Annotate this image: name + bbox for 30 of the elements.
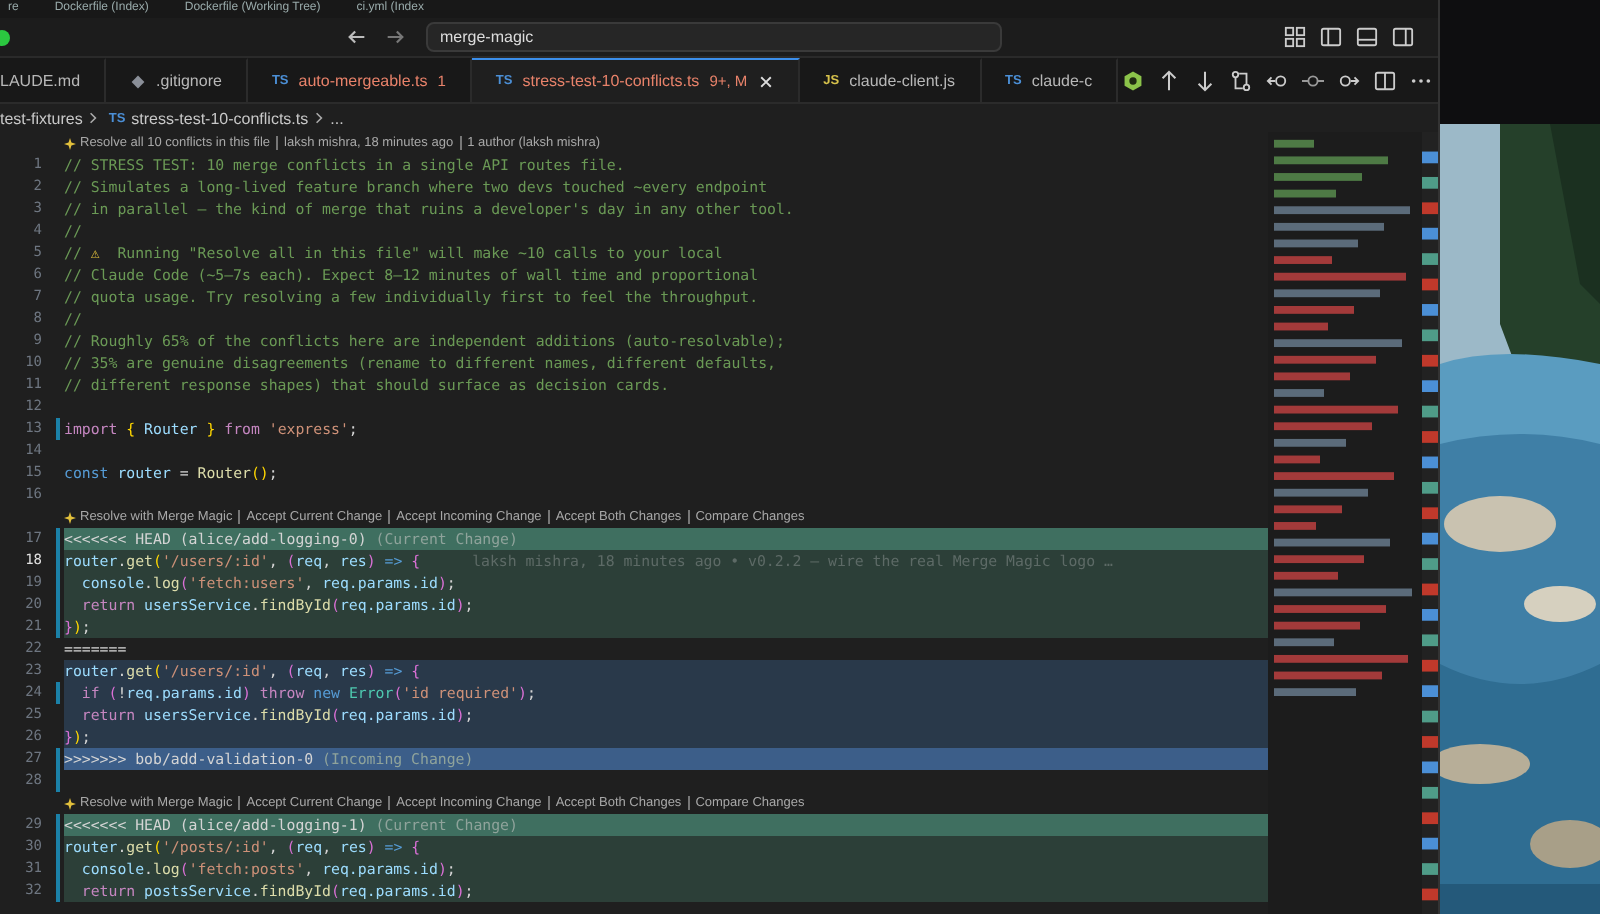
- hexagon-icon[interactable]: [1122, 69, 1145, 91]
- tab-label: claude-c: [1031, 72, 1093, 90]
- chevron-icon: [314, 110, 325, 126]
- secondary-sidebar-icon[interactable]: [1392, 26, 1414, 48]
- breadcrumb-item[interactable]: ...: [330, 109, 344, 127]
- up-arrow-icon[interactable]: [1158, 69, 1181, 91]
- back-arrow-icon[interactable]: [346, 26, 368, 48]
- search-field[interactable]: merge-magic: [426, 22, 1002, 52]
- down-arrow-icon[interactable]: [1194, 69, 1217, 91]
- breadcrumb-item[interactable]: test-fixtures: [0, 109, 83, 127]
- tab-label: LAUDE.md: [0, 72, 81, 90]
- sparkle-icon: [64, 137, 76, 149]
- compare-icon[interactable]: [1230, 69, 1253, 91]
- diamond-icon: [130, 73, 147, 89]
- editor-tab[interactable]: .gitignore: [106, 58, 248, 102]
- panel-toggle-icon[interactable]: [1356, 26, 1378, 48]
- tab-label: auto-mergeable.ts: [298, 72, 428, 90]
- sparkle-icon: [64, 797, 76, 809]
- breadcrumb-item[interactable]: stress-test-10-conflicts.ts: [131, 109, 309, 127]
- tab-label: .gitignore: [156, 72, 222, 90]
- split-editor-icon[interactable]: [1374, 69, 1397, 91]
- close-icon[interactable]: [757, 73, 774, 89]
- tab-label: stress-test-10-conflicts.ts: [522, 72, 700, 90]
- tab-label: claude-client.js: [849, 72, 956, 90]
- chevron-icon: [88, 110, 99, 126]
- sidebar-toggle-icon[interactable]: [1320, 26, 1342, 48]
- sparkle-icon: [64, 511, 76, 523]
- forward-arrow-icon[interactable]: [384, 26, 406, 48]
- layout-icon[interactable]: [1284, 26, 1306, 48]
- editor-tab[interactable]: LAUDE.md: [0, 58, 107, 102]
